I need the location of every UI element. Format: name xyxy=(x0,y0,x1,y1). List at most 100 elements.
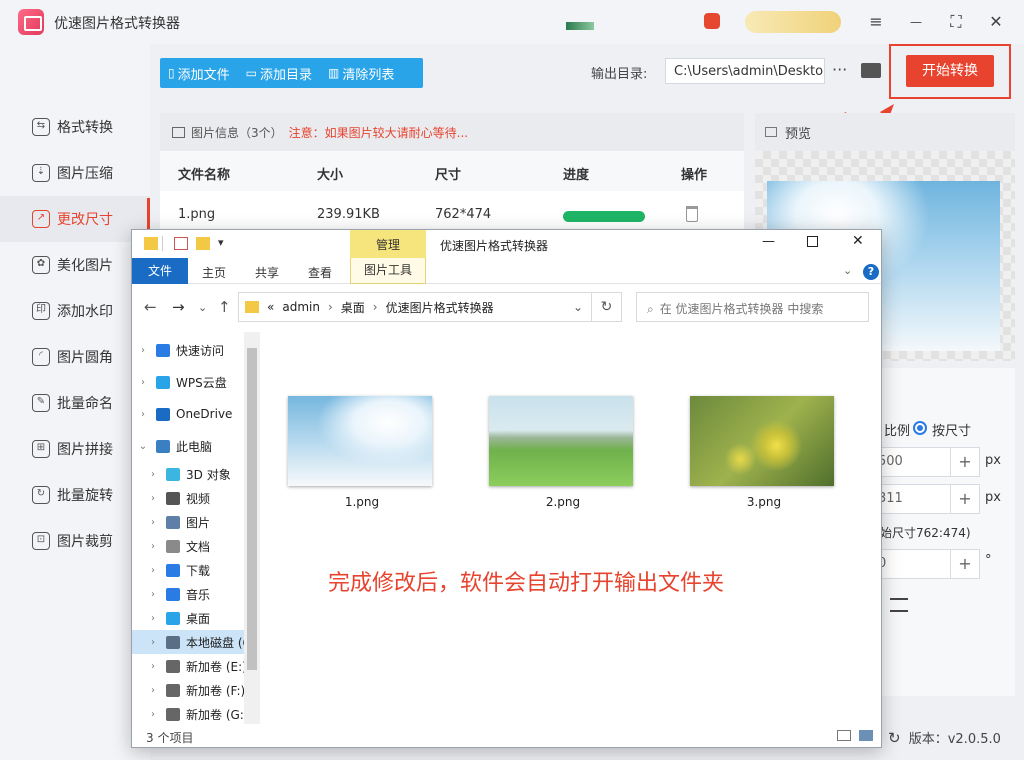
nav-item[interactable]: › 音乐 xyxy=(132,582,260,606)
ribbon-tab-image-tools[interactable]: 图片工具 xyxy=(350,258,426,284)
explorer-close-icon[interactable]: ✕ xyxy=(852,233,864,249)
add-file-button[interactable]: ▯ 添加文件 xyxy=(160,64,238,83)
nav-item[interactable]: › 下载 xyxy=(132,558,260,582)
address-part-desktop[interactable]: 桌面 xyxy=(341,299,365,316)
file-name-1[interactable]: 1.png xyxy=(290,495,434,509)
close-icon[interactable]: ✕ xyxy=(984,10,1008,34)
sidebar-item-beautify[interactable]: ✿ 美化图片 xyxy=(0,242,150,288)
customize-quick-access-icon[interactable]: ▾ xyxy=(218,236,224,249)
ribbon-tab-view[interactable]: 查看 xyxy=(308,264,332,281)
back-icon[interactable]: ← xyxy=(144,298,157,316)
help-icon[interactable]: ? xyxy=(863,264,879,280)
watermark-icon: 印 xyxy=(32,302,50,320)
nav-item-label: 视频 xyxy=(186,491,211,506)
sidebar-item-resize[interactable]: ↗ 更改尺寸 xyxy=(0,196,150,242)
start-convert-button[interactable]: 开始转换 xyxy=(906,55,994,87)
add-folder-button[interactable]: ▭ 添加目录 xyxy=(238,64,320,83)
chevron-right-icon[interactable]: › xyxy=(148,637,158,648)
file-name-2[interactable]: 2.png xyxy=(491,495,635,509)
chevron-right-icon[interactable]: › xyxy=(148,685,158,696)
more-options-icon[interactable]: ··· xyxy=(832,60,847,79)
by-size-radio[interactable] xyxy=(913,421,927,435)
nav-item[interactable]: › 新加卷 (F:) xyxy=(132,678,260,702)
clear-list-button[interactable]: ▥ 清除列表 xyxy=(320,64,402,83)
quick-access-divider xyxy=(162,236,163,251)
width-increment-button[interactable]: + xyxy=(950,447,980,477)
align-icon[interactable] xyxy=(890,598,908,612)
chevron-right-icon[interactable]: › xyxy=(138,409,148,420)
chevron-right-icon[interactable]: › xyxy=(138,377,148,388)
properties-icon[interactable] xyxy=(174,237,188,250)
chevron-right-icon[interactable]: › xyxy=(148,565,158,576)
chevron-right-icon[interactable]: › xyxy=(148,469,158,480)
explorer-maximize-icon[interactable] xyxy=(807,236,818,247)
manage-context-tab[interactable]: 管理 xyxy=(350,230,426,258)
nav-item[interactable]: › 新加卷 (G:) xyxy=(132,702,260,722)
nav-item[interactable]: › 桌面 xyxy=(132,606,260,630)
ribbon-tab-home[interactable]: 主页 xyxy=(202,264,226,281)
file-name-3[interactable]: 3.png xyxy=(692,495,836,509)
recent-locations-icon[interactable]: ⌄ xyxy=(198,301,207,314)
file-thumbnail-1[interactable] xyxy=(288,396,432,486)
promo-button[interactable] xyxy=(745,11,841,33)
chevron-right-icon[interactable]: › xyxy=(148,493,158,504)
open-folder-icon[interactable] xyxy=(861,63,881,78)
address-dropdown-icon[interactable]: ⌄ xyxy=(573,300,583,314)
nav-item[interactable]: › 本地磁盘 (C:) xyxy=(132,630,260,654)
nav-item[interactable]: › 视频 xyxy=(132,486,260,510)
refresh-icon[interactable]: ↻ xyxy=(888,729,901,747)
sidebar-item-rounded-corner[interactable]: ◜ 图片圆角 xyxy=(0,334,150,380)
sidebar-item-rename[interactable]: ✎ 批量命名 xyxy=(0,380,150,426)
nav-item[interactable]: › 3D 对象 xyxy=(132,462,260,486)
forward-icon[interactable]: → xyxy=(172,298,185,316)
file-thumbnail-3[interactable] xyxy=(690,396,834,486)
large-icons-view-icon[interactable] xyxy=(859,730,873,741)
chevron-right-icon[interactable]: › xyxy=(148,589,158,600)
refresh-address-icon[interactable]: ↻ xyxy=(592,292,622,322)
ribbon-expand-icon[interactable]: ⌄ xyxy=(843,264,852,277)
nav-item[interactable]: › 文档 xyxy=(132,534,260,558)
file-thumbnail-2[interactable] xyxy=(489,396,633,486)
chevron-right-icon[interactable]: › xyxy=(138,345,148,356)
address-bar[interactable]: « admin › 桌面 › 优速图片格式转换器 ⌄ xyxy=(238,292,592,322)
chevron-right-icon[interactable]: › xyxy=(148,517,158,528)
nav-scrollbar-thumb[interactable] xyxy=(247,348,257,670)
sidebar-item-rotate[interactable]: ↻ 批量旋转 xyxy=(0,472,150,518)
nav-item-label: 桌面 xyxy=(186,611,211,626)
address-overflow-icon[interactable]: « xyxy=(267,300,274,314)
address-part-admin[interactable]: admin xyxy=(282,300,320,314)
address-part-folder[interactable]: 优速图片格式转换器 xyxy=(386,299,494,316)
chevron-right-icon[interactable]: › xyxy=(148,709,158,720)
output-path-input[interactable]: C:\Users\admin\Deskto xyxy=(665,58,825,84)
nav-item[interactable]: › OneDrive xyxy=(132,402,260,426)
chevron-right-icon[interactable]: › xyxy=(148,613,158,624)
maximize-icon[interactable]: ⛶ xyxy=(944,10,968,34)
ribbon-tab-file[interactable]: 文件 xyxy=(132,258,188,284)
sidebar-item-format-convert[interactable]: ⇆ 格式转换 xyxy=(0,104,150,150)
height-increment-button[interactable]: + xyxy=(950,484,980,514)
chevron-right-icon[interactable]: › xyxy=(148,661,158,672)
sidebar-item-watermark[interactable]: 印添加水印 xyxy=(0,288,150,334)
ribbon-tab-share[interactable]: 共享 xyxy=(255,264,279,281)
ratio-option-label[interactable]: 比例 xyxy=(884,420,910,439)
explorer-minimize-icon[interactable]: — xyxy=(762,234,775,249)
rotate-increment-button[interactable]: + xyxy=(950,549,980,579)
chevron-down-icon[interactable]: ⌄ xyxy=(138,441,148,452)
promo-badge[interactable] xyxy=(704,13,720,29)
minimize-icon[interactable]: — xyxy=(904,10,928,34)
explorer-search-input[interactable]: ⌕ 在 优速图片格式转换器 中搜索 xyxy=(636,292,869,322)
sidebar-item-crop[interactable]: ⊡ 图片裁剪 xyxy=(0,518,150,564)
delete-row-icon[interactable] xyxy=(686,206,698,222)
sidebar-item-stitch[interactable]: ⊞ 图片拼接 xyxy=(0,426,150,472)
new-folder-icon[interactable] xyxy=(196,237,210,250)
menu-icon[interactable]: ≡ xyxy=(864,10,888,34)
nav-item[interactable]: ⌄ 此电脑 xyxy=(132,434,260,458)
nav-item[interactable]: › WPS云盘 xyxy=(132,370,260,394)
chevron-right-icon[interactable]: › xyxy=(148,541,158,552)
up-icon[interactable]: ↑ xyxy=(218,298,231,316)
nav-item[interactable]: › 图片 xyxy=(132,510,260,534)
nav-item[interactable]: › 快速访问 xyxy=(132,338,260,362)
details-view-icon[interactable] xyxy=(837,730,851,741)
sidebar-item-compress[interactable]: ⇣ 图片压缩 xyxy=(0,150,150,196)
nav-item[interactable]: › 新加卷 (E:) xyxy=(132,654,260,678)
